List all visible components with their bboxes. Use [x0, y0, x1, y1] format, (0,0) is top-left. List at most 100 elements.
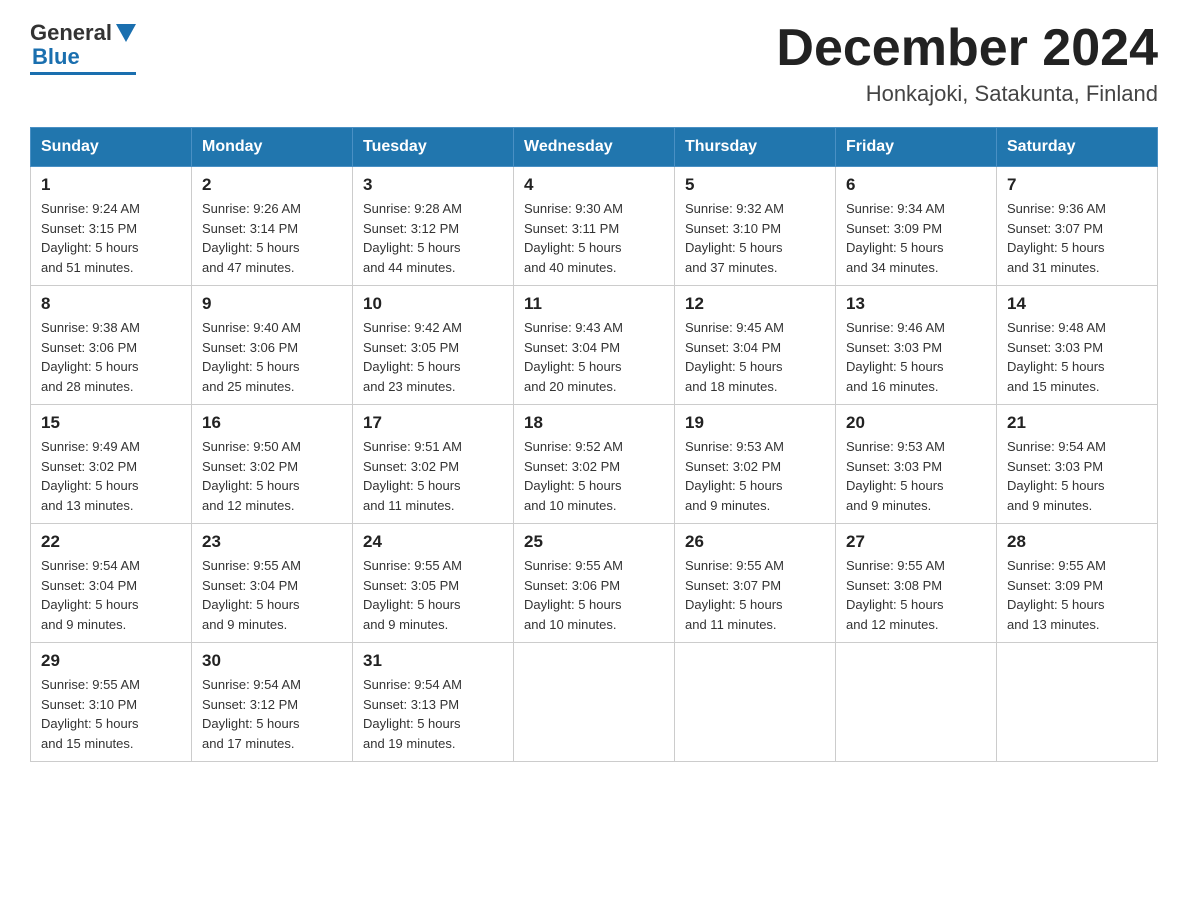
calendar-cell	[675, 643, 836, 762]
calendar-cell	[836, 643, 997, 762]
weekday-header-row: SundayMondayTuesdayWednesdayThursdayFrid…	[31, 128, 1158, 167]
day-number: 8	[41, 294, 181, 314]
logo-line	[30, 72, 136, 75]
day-info: Sunrise: 9:48 AMSunset: 3:03 PMDaylight:…	[1007, 318, 1147, 396]
day-info: Sunrise: 9:54 AMSunset: 3:04 PMDaylight:…	[41, 556, 181, 634]
calendar-cell: 8Sunrise: 9:38 AMSunset: 3:06 PMDaylight…	[31, 286, 192, 405]
day-info: Sunrise: 9:26 AMSunset: 3:14 PMDaylight:…	[202, 199, 342, 277]
day-number: 29	[41, 651, 181, 671]
day-number: 6	[846, 175, 986, 195]
day-info: Sunrise: 9:28 AMSunset: 3:12 PMDaylight:…	[363, 199, 503, 277]
calendar-cell: 7 Sunrise: 9:36 AMSunset: 3:07 PMDaylight…	[997, 167, 1158, 286]
calendar-cell: 31 Sunrise: 9:54 AMSunset: 3:13 PMDayligh…	[353, 643, 514, 762]
day-info: Sunrise: 9:53 AMSunset: 3:03 PMDaylight:…	[846, 437, 986, 515]
calendar-cell: 18 Sunrise: 9:52 AMSunset: 3:02 PMDayligh…	[514, 405, 675, 524]
day-number: 16	[202, 413, 342, 433]
day-info: Sunrise: 9:54 AMSunset: 3:03 PMDaylight:…	[1007, 437, 1147, 515]
day-number: 3	[363, 175, 503, 195]
day-info: Sunrise: 9:53 AMSunset: 3:02 PMDaylight:…	[685, 437, 825, 515]
day-number: 18	[524, 413, 664, 433]
day-info: Sunrise: 9:55 AMSunset: 3:10 PMDaylight:…	[41, 675, 181, 753]
calendar-cell: 20Sunrise: 9:53 AMSunset: 3:03 PMDayligh…	[836, 405, 997, 524]
calendar-table: SundayMondayTuesdayWednesdayThursdayFrid…	[30, 127, 1158, 762]
day-number: 2	[202, 175, 342, 195]
calendar-cell: 17 Sunrise: 9:51 AMSunset: 3:02 PMDayligh…	[353, 405, 514, 524]
day-number: 9	[202, 294, 342, 314]
logo-triangle-icon	[116, 24, 136, 42]
day-number: 15	[41, 413, 181, 433]
day-info: Sunrise: 9:34 AMSunset: 3:09 PMDaylight:…	[846, 199, 986, 277]
day-number: 13	[846, 294, 986, 314]
calendar-cell	[997, 643, 1158, 762]
calendar-cell: 28 Sunrise: 9:55 AMSunset: 3:09 PMDayligh…	[997, 524, 1158, 643]
day-number: 28	[1007, 532, 1147, 552]
day-info: Sunrise: 9:36 AMSunset: 3:07 PMDaylight:…	[1007, 199, 1147, 277]
calendar-cell: 12 Sunrise: 9:45 AMSunset: 3:04 PMDayligh…	[675, 286, 836, 405]
calendar-cell: 14 Sunrise: 9:48 AMSunset: 3:03 PMDayligh…	[997, 286, 1158, 405]
day-info: Sunrise: 9:40 AMSunset: 3:06 PMDaylight:…	[202, 318, 342, 396]
day-number: 25	[524, 532, 664, 552]
calendar-cell: 24Sunrise: 9:55 AMSunset: 3:05 PMDayligh…	[353, 524, 514, 643]
weekday-header: Thursday	[675, 128, 836, 167]
weekday-header: Tuesday	[353, 128, 514, 167]
day-info: Sunrise: 9:30 AMSunset: 3:11 PMDaylight:…	[524, 199, 664, 277]
day-info: Sunrise: 9:55 AMSunset: 3:05 PMDaylight:…	[363, 556, 503, 634]
weekday-header: Saturday	[997, 128, 1158, 167]
calendar-cell	[514, 643, 675, 762]
calendar-cell: 30 Sunrise: 9:54 AMSunset: 3:12 PMDayligh…	[192, 643, 353, 762]
calendar-cell: 11 Sunrise: 9:43 AMSunset: 3:04 PMDayligh…	[514, 286, 675, 405]
day-info: Sunrise: 9:55 AMSunset: 3:09 PMDaylight:…	[1007, 556, 1147, 634]
calendar-cell: 3 Sunrise: 9:28 AMSunset: 3:12 PMDaylight…	[353, 167, 514, 286]
day-info: Sunrise: 9:45 AMSunset: 3:04 PMDaylight:…	[685, 318, 825, 396]
calendar-week-row: 8Sunrise: 9:38 AMSunset: 3:06 PMDaylight…	[31, 286, 1158, 405]
weekday-header: Monday	[192, 128, 353, 167]
day-info: Sunrise: 9:51 AMSunset: 3:02 PMDaylight:…	[363, 437, 503, 515]
logo-text: General	[30, 20, 136, 46]
calendar-cell: 13Sunrise: 9:46 AMSunset: 3:03 PMDayligh…	[836, 286, 997, 405]
calendar-cell: 6 Sunrise: 9:34 AMSunset: 3:09 PMDaylight…	[836, 167, 997, 286]
logo-general-text: General	[30, 20, 112, 46]
day-info: Sunrise: 9:55 AMSunset: 3:07 PMDaylight:…	[685, 556, 825, 634]
day-number: 5	[685, 175, 825, 195]
day-info: Sunrise: 9:50 AMSunset: 3:02 PMDaylight:…	[202, 437, 342, 515]
day-info: Sunrise: 9:43 AMSunset: 3:04 PMDaylight:…	[524, 318, 664, 396]
calendar-cell: 23Sunrise: 9:55 AMSunset: 3:04 PMDayligh…	[192, 524, 353, 643]
page-header: General Blue December 2024 Honkajoki, Sa…	[30, 20, 1158, 107]
logo-blue-text: Blue	[32, 44, 80, 70]
calendar-cell: 15 Sunrise: 9:49 AMSunset: 3:02 PMDayligh…	[31, 405, 192, 524]
calendar-cell: 10 Sunrise: 9:42 AMSunset: 3:05 PMDayligh…	[353, 286, 514, 405]
title-section: December 2024 Honkajoki, Satakunta, Finl…	[776, 20, 1158, 107]
calendar-cell: 16 Sunrise: 9:50 AMSunset: 3:02 PMDayligh…	[192, 405, 353, 524]
day-number: 19	[685, 413, 825, 433]
calendar-cell: 27Sunrise: 9:55 AMSunset: 3:08 PMDayligh…	[836, 524, 997, 643]
calendar-cell: 2 Sunrise: 9:26 AMSunset: 3:14 PMDaylight…	[192, 167, 353, 286]
day-number: 1	[41, 175, 181, 195]
day-info: Sunrise: 9:42 AMSunset: 3:05 PMDaylight:…	[363, 318, 503, 396]
day-number: 11	[524, 294, 664, 314]
day-number: 31	[363, 651, 503, 671]
day-number: 7	[1007, 175, 1147, 195]
calendar-cell: 21 Sunrise: 9:54 AMSunset: 3:03 PMDayligh…	[997, 405, 1158, 524]
day-number: 27	[846, 532, 986, 552]
weekday-header: Sunday	[31, 128, 192, 167]
logo: General Blue	[30, 20, 136, 75]
day-number: 23	[202, 532, 342, 552]
day-number: 17	[363, 413, 503, 433]
day-info: Sunrise: 9:49 AMSunset: 3:02 PMDaylight:…	[41, 437, 181, 515]
day-info: Sunrise: 9:54 AMSunset: 3:13 PMDaylight:…	[363, 675, 503, 753]
day-info: Sunrise: 9:52 AMSunset: 3:02 PMDaylight:…	[524, 437, 664, 515]
day-number: 22	[41, 532, 181, 552]
calendar-week-row: 22 Sunrise: 9:54 AMSunset: 3:04 PMDayligh…	[31, 524, 1158, 643]
day-number: 14	[1007, 294, 1147, 314]
weekday-header: Friday	[836, 128, 997, 167]
day-info: Sunrise: 9:54 AMSunset: 3:12 PMDaylight:…	[202, 675, 342, 753]
calendar-week-row: 29 Sunrise: 9:55 AMSunset: 3:10 PMDayligh…	[31, 643, 1158, 762]
day-number: 10	[363, 294, 503, 314]
calendar-cell: 5Sunrise: 9:32 AMSunset: 3:10 PMDaylight…	[675, 167, 836, 286]
day-number: 12	[685, 294, 825, 314]
location-subtitle: Honkajoki, Satakunta, Finland	[776, 81, 1158, 107]
day-number: 21	[1007, 413, 1147, 433]
calendar-cell: 4Sunrise: 9:30 AMSunset: 3:11 PMDaylight…	[514, 167, 675, 286]
calendar-cell: 25Sunrise: 9:55 AMSunset: 3:06 PMDayligh…	[514, 524, 675, 643]
day-number: 30	[202, 651, 342, 671]
